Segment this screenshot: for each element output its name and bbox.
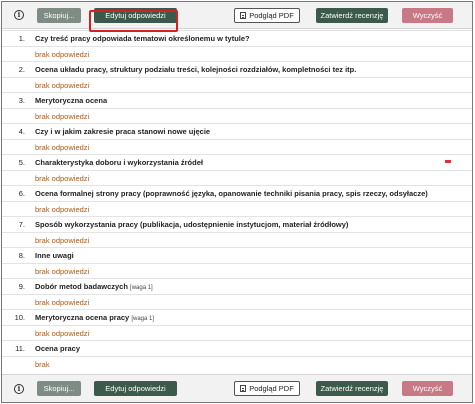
question-number: 1. <box>18 34 25 43</box>
questions-list: 1. Czy treść pracy odpowiada tematowi okr… <box>2 30 472 371</box>
question-row: 8. Inne uwagi <box>2 247 472 263</box>
answer-row: brak odpowiedzi <box>2 108 472 123</box>
question-number: 9. <box>18 282 25 291</box>
answer-text: brak odpowiedzi <box>35 267 90 276</box>
answer-row: brak odpowiedzi <box>2 201 472 216</box>
question-label: Merytoryczna ocena <box>35 96 108 105</box>
answer-row: brak odpowiedzi <box>2 325 472 340</box>
answer-row: brak odpowiedzi <box>2 77 472 92</box>
answer-text: brak odpowiedzi <box>35 81 90 90</box>
question-text: Czy i w jakim zakresie praca stanowi now… <box>35 127 210 136</box>
question-label: Czy treść pracy odpowiada tematowi okreś… <box>35 34 250 43</box>
pdf-icon <box>240 385 247 392</box>
question-number: 5. <box>18 158 25 167</box>
question-weight: [waga 1] <box>131 316 154 322</box>
question-label: Charakterystyka doboru i wykorzystania ź… <box>35 158 203 167</box>
clear-button[interactable]: Wyczyść <box>402 381 453 396</box>
answer-text: brak odpowiedzi <box>35 236 90 245</box>
copy-button[interactable]: Skopiuj... <box>37 8 81 23</box>
question-number: 2. <box>18 65 25 74</box>
review-form: i Skopiuj... Edytuj odpowiedzi Podgląd P… <box>1 1 473 403</box>
question-text: Inne uwagi <box>35 251 74 260</box>
question-label: Ocena formalnej strony pracy (poprawność… <box>35 189 428 198</box>
edit-button-highlight <box>89 10 178 32</box>
answer-row: brak odpowiedzi <box>2 46 472 61</box>
answer-text: brak odpowiedzi <box>35 205 90 214</box>
question-row: 5. Charakterystyka doboru i wykorzystania… <box>2 154 472 170</box>
answer-row: brak <box>2 356 472 371</box>
question-row: 9. Dobór metod badawczych [waga 1] <box>2 278 472 294</box>
info-icon[interactable]: i <box>14 10 24 20</box>
question-row: 11. Ocena pracy <box>2 340 472 356</box>
question-text: Czy treść pracy odpowiada tematowi okreś… <box>35 34 250 43</box>
question-text: Dobór metod badawczych [waga 1] <box>35 282 153 291</box>
question-label: Sposób wykorzystania pracy (publikacja, … <box>35 220 349 229</box>
question-number: 7. <box>18 220 25 229</box>
pdf-icon <box>240 12 247 19</box>
answer-text: brak odpowiedzi <box>35 143 90 152</box>
answer-text: brak odpowiedzi <box>35 298 90 307</box>
copy-button[interactable]: Skopiuj... <box>37 381 81 396</box>
answer-row: brak odpowiedzi <box>2 170 472 185</box>
question-row: 3. Merytoryczna ocena <box>2 92 472 108</box>
question-label: Merytoryczna ocena pracy <box>35 313 130 322</box>
clear-button[interactable]: Wyczyść <box>402 8 453 23</box>
bottom-toolbar: i Skopiuj... Edytuj odpowiedzi Podgląd P… <box>2 374 472 402</box>
answer-row: brak odpowiedzi <box>2 263 472 278</box>
answer-text: brak <box>35 360 50 369</box>
question-number: 8. <box>18 251 25 260</box>
answer-text: brak odpowiedzi <box>35 50 90 59</box>
change-marker <box>445 160 451 163</box>
question-text: Ocena formalnej strony pracy (poprawność… <box>35 189 428 198</box>
approve-review-button[interactable]: Zatwierdź recenzję <box>316 8 388 23</box>
question-number: 10. <box>14 313 25 322</box>
question-text: Ocena układu pracy, struktury podziału t… <box>35 65 356 74</box>
answer-text: brak odpowiedzi <box>35 112 90 121</box>
question-number: 4. <box>18 127 25 136</box>
question-label: Dobór metod badawczych <box>35 282 128 291</box>
pdf-preview-button[interactable]: Podgląd PDF <box>234 8 300 23</box>
question-row: 1. Czy treść pracy odpowiada tematowi okr… <box>2 30 472 46</box>
top-toolbar: i Skopiuj... Edytuj odpowiedzi Podgląd P… <box>2 2 472 29</box>
question-text: Charakterystyka doboru i wykorzystania ź… <box>35 158 203 167</box>
question-label: Inne uwagi <box>35 251 74 260</box>
info-icon[interactable]: i <box>14 384 24 394</box>
question-text: Merytoryczna ocena pracy [waga 1] <box>35 313 154 322</box>
question-number: 11. <box>15 344 25 353</box>
question-weight: [waga 1] <box>130 285 153 291</box>
answer-row: brak odpowiedzi <box>2 294 472 309</box>
pdf-preview-button[interactable]: Podgląd PDF <box>234 381 300 396</box>
question-row: 7. Sposób wykorzystania pracy (publikacja… <box>2 216 472 232</box>
question-row: 2. Ocena układu pracy, struktury podziału… <box>2 61 472 77</box>
approve-review-button[interactable]: Zatwierdź recenzję <box>316 381 388 396</box>
question-label: Czy i w jakim zakresie praca stanowi now… <box>35 127 211 136</box>
question-row: 10. Merytoryczna ocena pracy [waga 1] <box>2 309 472 325</box>
question-text: Merytoryczna ocena <box>35 96 107 105</box>
question-label: Ocena układu pracy, struktury podziału t… <box>35 65 357 74</box>
question-number: 3. <box>18 96 25 105</box>
question-row: 4. Czy i w jakim zakresie praca stanowi n… <box>2 123 472 139</box>
answer-text: brak odpowiedzi <box>35 329 90 338</box>
question-number: 6. <box>18 189 25 198</box>
pdf-preview-label: Podgląd PDF <box>249 384 294 393</box>
answer-text: brak odpowiedzi <box>35 174 90 183</box>
answer-row: brak odpowiedzi <box>2 232 472 247</box>
question-label: Ocena pracy <box>35 344 81 353</box>
question-text: Ocena pracy <box>35 344 80 353</box>
pdf-preview-label: Podgląd PDF <box>249 11 294 20</box>
question-row: 6. Ocena formalnej strony pracy (poprawno… <box>2 185 472 201</box>
edit-answers-button[interactable]: Edytuj odpowiedzi <box>94 381 177 396</box>
question-text: Sposób wykorzystania pracy (publikacja, … <box>35 220 348 229</box>
answer-row: brak odpowiedzi <box>2 139 472 154</box>
